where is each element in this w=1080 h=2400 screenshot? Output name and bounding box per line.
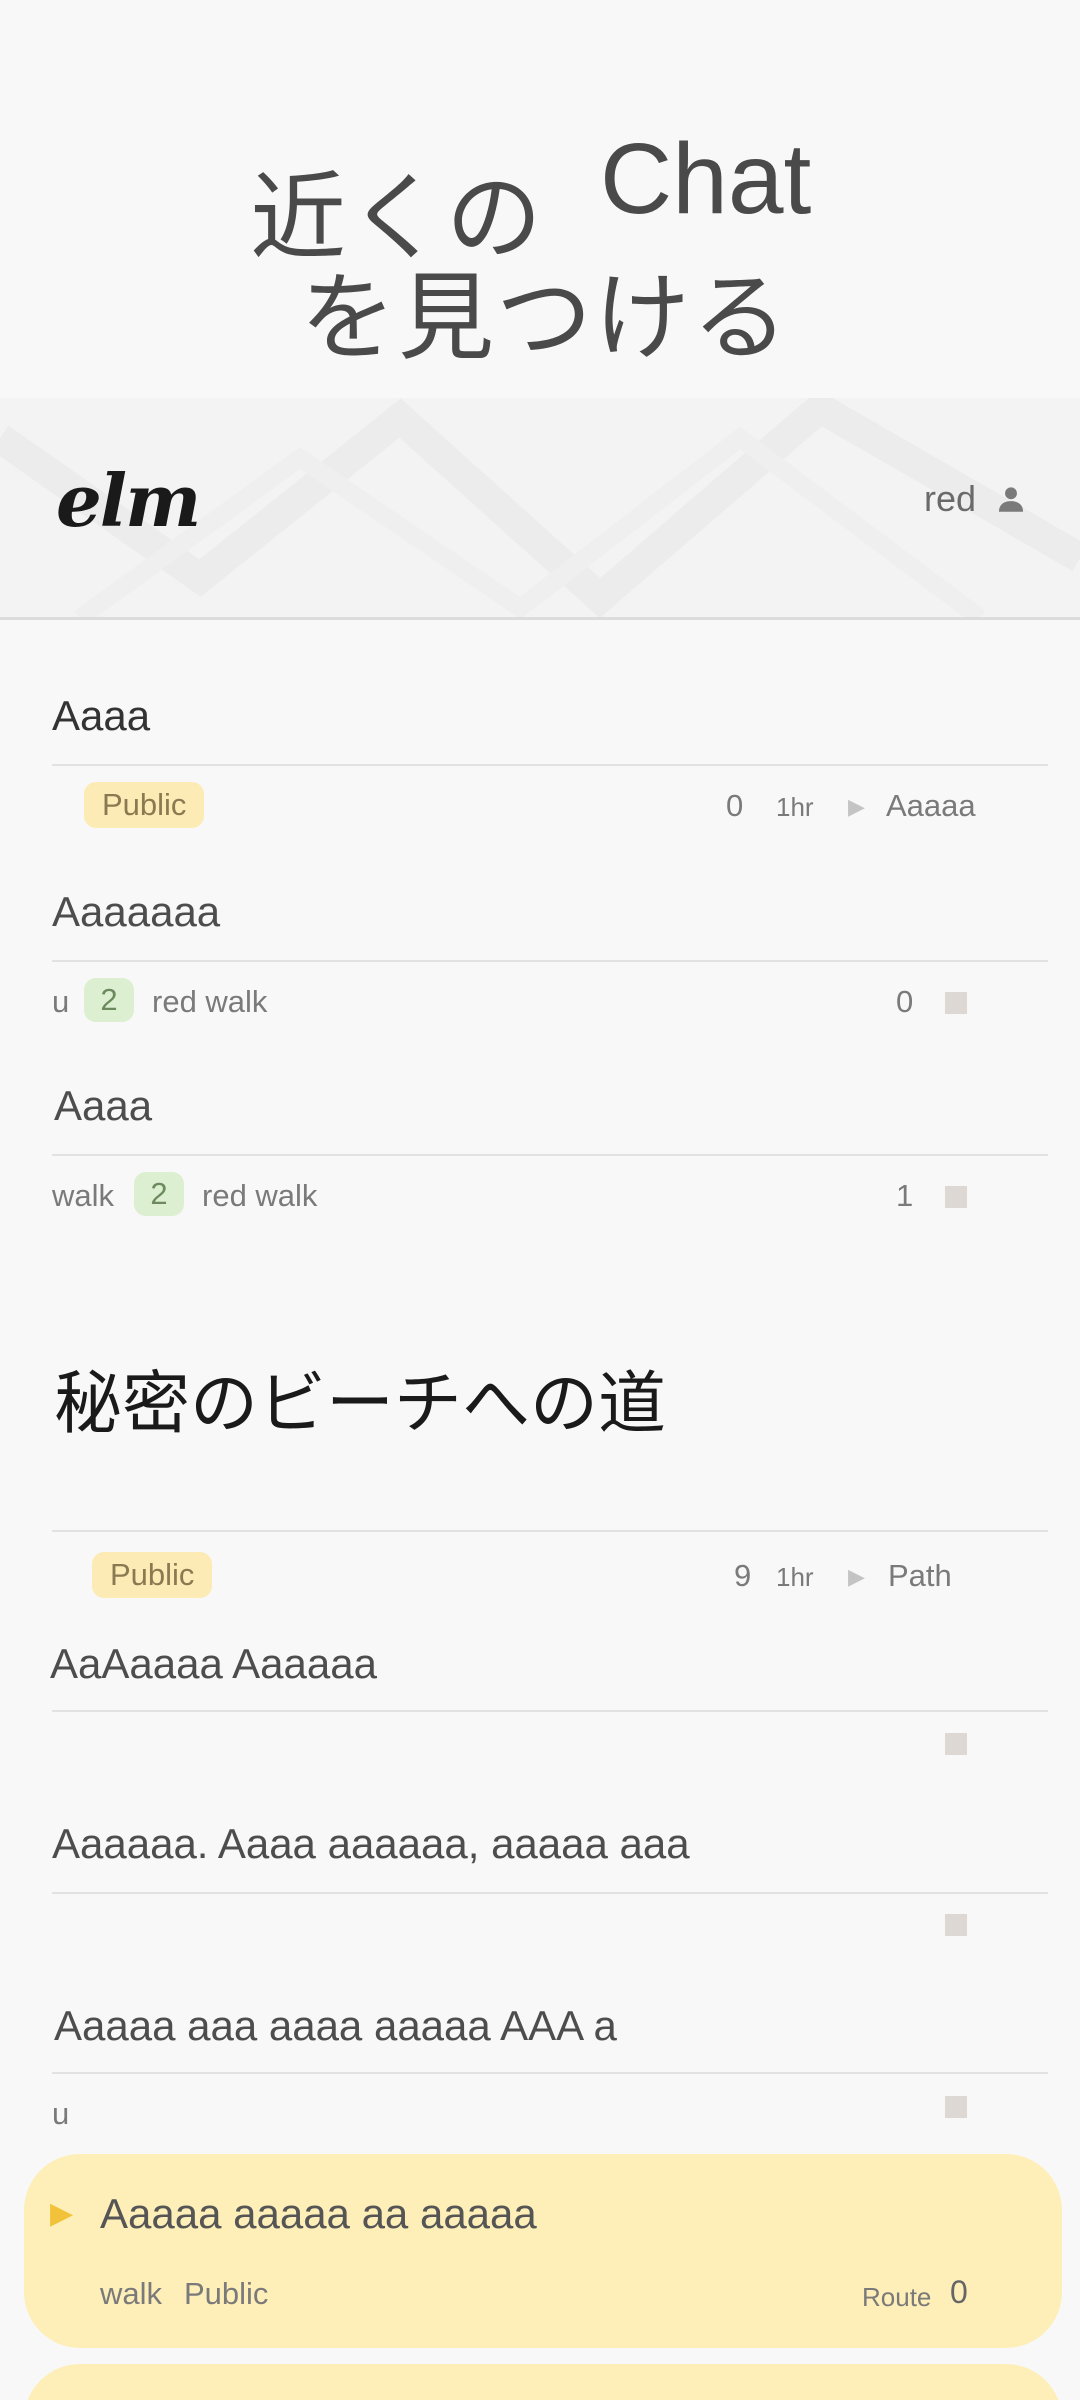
chat-title: Aaaaaaa — [52, 888, 221, 935]
chat-meta: Public 0 1hr ▶ Aaaaa — [52, 782, 1048, 832]
chat-author: Aaaaa — [886, 788, 976, 823]
route-visibility: Public — [184, 2276, 269, 2311]
route-user: walk — [100, 2276, 163, 2311]
divider — [52, 1710, 1048, 1712]
divider — [52, 960, 1048, 962]
play-arrow-icon: ▶ — [848, 1564, 865, 1589]
post-title: Aaaaa aaa aaaa aaaaa AAA a — [54, 2002, 617, 2049]
user-name: red — [923, 478, 976, 519]
chat-members: red walk — [202, 1178, 318, 1213]
visibility-badge: Public — [92, 1552, 213, 1598]
chat-meta: walk 2 red walk 1 — [52, 1172, 1048, 1222]
visibility-badge: Public — [84, 782, 205, 828]
route-title: Aaaaa aaaaa aa aaaaa — [100, 2190, 537, 2237]
route-card[interactable]: ▶ Aaaaa aaaaa aa aaaaa walk Public Route… — [24, 2154, 1062, 2348]
hero-title-chat: Chat — [600, 123, 812, 235]
chat-user: walk — [52, 1178, 115, 1213]
status-square-icon — [945, 1733, 967, 1755]
play-arrow-icon: ▶ — [50, 2196, 74, 2231]
post-title: AaAaaaa Aaaaaa — [50, 1640, 377, 1687]
hero-banner: 近くの Chat を見つける — [0, 0, 1080, 400]
status-square-icon — [945, 1914, 967, 1936]
member-count-badge: 2 — [84, 978, 134, 1022]
message-count: 0 — [726, 788, 744, 823]
divider — [52, 1154, 1048, 1156]
route-count: 0 — [950, 2274, 968, 2310]
message-count: 0 — [896, 984, 914, 1019]
status-square-icon — [945, 992, 967, 1014]
post-user: u — [52, 2096, 70, 2131]
status-square-icon — [945, 1186, 967, 1208]
section-meta: Public 9 1hr ▶ Path — [52, 1552, 1048, 1602]
status-square-icon — [945, 2096, 967, 2118]
divider — [52, 2072, 1048, 2074]
message-count: 9 — [734, 1558, 752, 1593]
time-ago: 1hr — [776, 1562, 814, 1592]
section-author: Path — [888, 1558, 952, 1593]
divider — [52, 764, 1048, 766]
route-label: Route — [862, 2282, 932, 2312]
play-arrow-icon: ▶ — [848, 794, 865, 819]
chat-members: red walk — [152, 984, 268, 1019]
time-ago: 1hr — [776, 792, 814, 822]
divider — [52, 1892, 1048, 1894]
hero-title-line2: を見つける — [300, 262, 790, 374]
post-meta: u — [52, 2090, 1048, 2140]
app-header: elm red — [0, 398, 1080, 620]
route-card-partial[interactable] — [24, 2364, 1062, 2400]
section-title[interactable]: 秘密のビーチへの道 — [54, 1348, 666, 1447]
member-count-badge: 2 — [134, 1172, 184, 1216]
elm-logo[interactable]: elm — [56, 458, 201, 543]
person-icon — [998, 487, 1024, 512]
divider — [52, 1530, 1048, 1532]
chat-meta: u 2 red walk 0 — [52, 978, 1048, 1028]
message-count: 1 — [896, 1178, 914, 1213]
chat-user: u — [52, 984, 70, 1019]
user-profile-button[interactable]: red — [924, 478, 1028, 520]
post-title: Aaaaaa. Aaaa aaaaaa, aaaaa aaa — [52, 1820, 690, 1867]
chat-title: Aaaa — [54, 1082, 153, 1129]
chat-title: Aaaa — [52, 692, 151, 739]
